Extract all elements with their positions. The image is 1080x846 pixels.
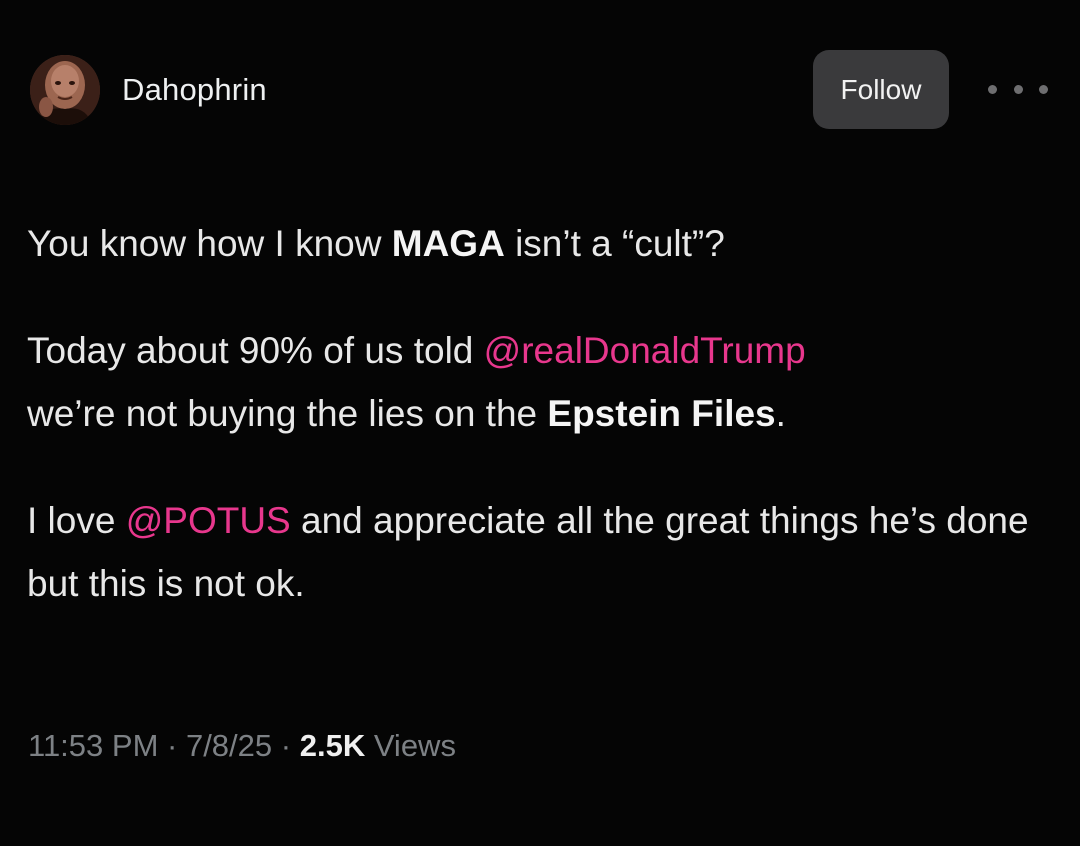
- tweet-text: You know how I know MAGA isn’t a “cult”?…: [27, 212, 1057, 615]
- more-dot-icon: [988, 84, 997, 94]
- tweet-paragraph-1: You know how I know MAGA isn’t a “cult”?: [27, 212, 1057, 275]
- text-segment: .: [775, 393, 786, 434]
- follow-button[interactable]: Follow: [813, 50, 949, 129]
- more-dot-icon: [1039, 84, 1048, 94]
- post-time[interactable]: 11:53 PM: [28, 728, 158, 763]
- tweet-paragraph-2: Today about 90% of us told @realDonaldTr…: [27, 319, 1057, 445]
- more-options-icon[interactable]: [988, 74, 1048, 104]
- text-segment: I love: [27, 500, 126, 541]
- tweet-paragraph-3: I love @POTUS and appreciate all the gre…: [27, 489, 1057, 615]
- profile-avatar-icon[interactable]: [30, 55, 100, 125]
- bold-text: Epstein Files: [547, 393, 776, 434]
- text-segment: we’re not buying the lies on the: [27, 393, 548, 434]
- mention-link[interactable]: @POTUS: [126, 500, 291, 541]
- author-display-name[interactable]: Dahophrin: [122, 72, 267, 108]
- bold-text: MAGA: [391, 223, 505, 264]
- views-count: 2.5K: [299, 728, 366, 763]
- meta-separator: ·: [158, 728, 186, 763]
- text-segment: isn’t a “cult”?: [504, 223, 725, 264]
- text-segment: Today about 90% of us told: [27, 330, 484, 371]
- tweet-card: Dahophrin Follow You know how I know MAG…: [0, 0, 1080, 846]
- views-label: Views: [365, 728, 456, 763]
- tweet-meta: 11:53 PM · 7/8/25 · 2.5K Views: [28, 728, 456, 764]
- more-dot-icon: [1013, 84, 1023, 94]
- post-date[interactable]: 7/8/25: [186, 728, 272, 763]
- meta-separator: ·: [272, 728, 300, 763]
- text-segment: You know how I know: [27, 223, 392, 264]
- mention-link[interactable]: @realDonaldTrump: [484, 330, 806, 371]
